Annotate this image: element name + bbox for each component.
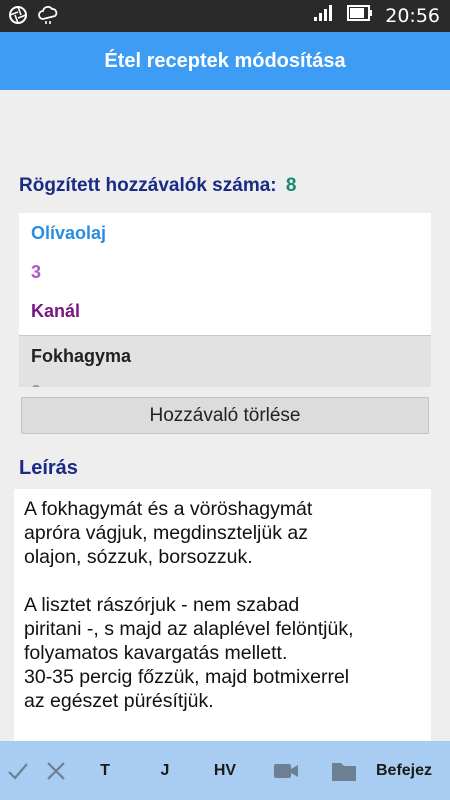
ingredient-list[interactable]: Olívaolaj 3 Kanál Fokhagyma 2 bbox=[19, 213, 431, 387]
ingredient-unit: Kanál bbox=[31, 301, 81, 321]
camera-shutter-icon bbox=[8, 5, 28, 30]
ingredient-count-value: 8 bbox=[285, 175, 297, 196]
description-text: A fokhagymát és a vöröshagymát apróra vá… bbox=[24, 498, 354, 712]
status-bar: 20:56 bbox=[0, 0, 450, 32]
close-icon[interactable] bbox=[42, 741, 70, 800]
ingredient-quantity: 3 bbox=[31, 262, 42, 282]
bottom-toolbar: T J HV Befejez bbox=[0, 741, 450, 800]
description-label: Leírás bbox=[19, 457, 78, 479]
ingredient-item[interactable]: Fokhagyma 2 bbox=[19, 335, 431, 387]
app-bar: Étel receptek módosítása bbox=[0, 32, 450, 90]
ingredient-name: Fokhagyma bbox=[31, 346, 132, 366]
hv-button[interactable]: HV bbox=[204, 741, 246, 800]
finish-button[interactable]: Befejez bbox=[364, 741, 444, 800]
app-title: Étel receptek módosítása bbox=[104, 49, 346, 72]
ingredient-quantity: 2 bbox=[31, 382, 41, 387]
t-button[interactable]: T bbox=[88, 741, 122, 800]
ingredient-name: Olívaolaj bbox=[31, 223, 107, 243]
ingredient-count-row: Rögzített hozzávalók száma: 8 bbox=[19, 175, 296, 197]
folder-icon[interactable] bbox=[328, 741, 360, 800]
signal-icon bbox=[313, 4, 335, 27]
delete-ingredient-button[interactable]: Hozzávaló törlése bbox=[21, 397, 429, 434]
j-button[interactable]: J bbox=[148, 741, 182, 800]
check-icon[interactable] bbox=[4, 741, 32, 800]
ingredient-count-label: Rögzített hozzávalók száma: bbox=[19, 175, 277, 196]
description-textarea[interactable]: A fokhagymát és a vöröshagymát apróra vá… bbox=[14, 489, 431, 741]
ingredient-item-selected[interactable]: Olívaolaj 3 Kanál bbox=[19, 213, 431, 335]
cloud-icon bbox=[38, 5, 60, 30]
video-camera-icon[interactable] bbox=[268, 741, 304, 800]
battery-icon bbox=[347, 5, 373, 26]
status-time: 20:56 bbox=[385, 4, 440, 27]
